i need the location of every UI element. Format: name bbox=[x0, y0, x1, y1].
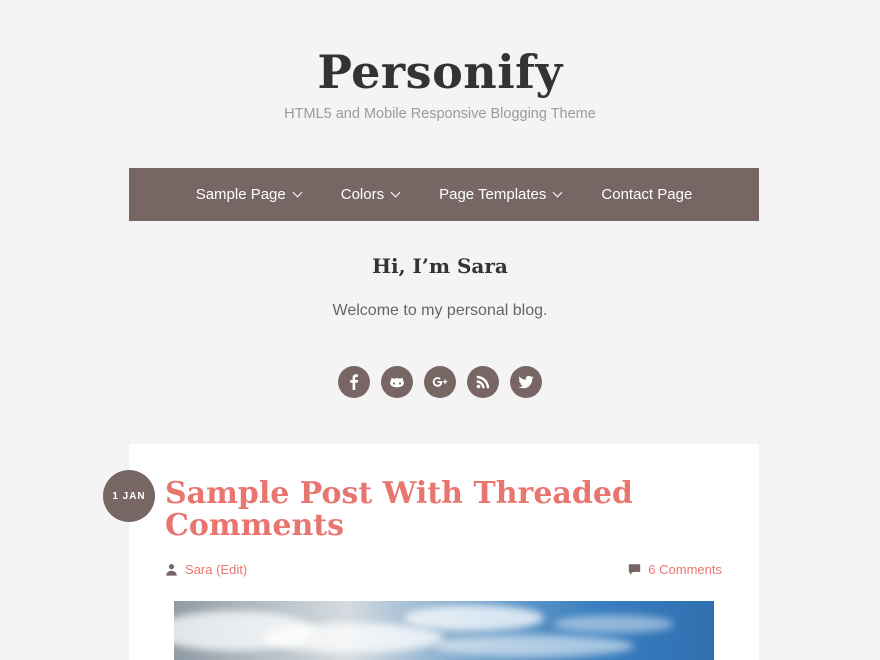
github-icon[interactable] bbox=[381, 366, 413, 398]
nav-item-sample-page[interactable]: Sample Page bbox=[176, 186, 321, 203]
intro-text: Welcome to my personal blog. bbox=[332, 302, 548, 319]
facebook-icon[interactable] bbox=[338, 366, 370, 398]
main-navigation: Sample Page Colors Page Templates Contac… bbox=[129, 168, 759, 221]
chevron-down-icon bbox=[390, 187, 401, 198]
social-links bbox=[0, 366, 880, 398]
nav-item-page-templates[interactable]: Page Templates bbox=[419, 186, 581, 203]
google-plus-icon[interactable] bbox=[424, 366, 456, 398]
nav-item-label: Colors bbox=[340, 186, 385, 203]
twitter-icon[interactable] bbox=[510, 366, 542, 398]
user-icon bbox=[165, 563, 178, 576]
nav-item-label: Page Templates bbox=[439, 186, 547, 203]
chevron-down-icon bbox=[552, 187, 563, 198]
nav-item-contact-page[interactable]: Contact Page bbox=[581, 186, 712, 203]
site-title[interactable]: Personify bbox=[0, 44, 880, 100]
post-author-meta: Sara (Edit) bbox=[165, 562, 247, 577]
post-comments-count: 6 Comments bbox=[648, 562, 722, 577]
post-featured-image bbox=[174, 601, 714, 660]
site-tagline: HTML5 and Mobile Responsive Blogging The… bbox=[284, 106, 596, 122]
rss-icon[interactable] bbox=[467, 366, 499, 398]
post-title[interactable]: Sample Post With Threaded Comments bbox=[165, 478, 685, 542]
post-author-name: Sara bbox=[185, 562, 213, 577]
comment-icon bbox=[628, 563, 641, 576]
chevron-down-icon bbox=[292, 187, 303, 198]
nav-item-label: Sample Page bbox=[195, 186, 286, 203]
intro-section: Hi, I’m Sara Welcome to my personal blog… bbox=[0, 254, 880, 320]
nav-item-colors[interactable]: Colors bbox=[321, 186, 419, 203]
site-header: Personify HTML5 and Mobile Responsive Bl… bbox=[0, 0, 880, 122]
post-comments-link[interactable]: 6 Comments bbox=[628, 562, 722, 577]
nav-item-label: Contact Page bbox=[601, 186, 693, 203]
post-author-link[interactable]: Sara (Edit) bbox=[185, 562, 247, 577]
post-date-badge: 1 JAN bbox=[103, 470, 155, 522]
post-edit-link[interactable]: (Edit) bbox=[216, 562, 247, 577]
intro-title: Hi, I’m Sara bbox=[372, 254, 508, 278]
